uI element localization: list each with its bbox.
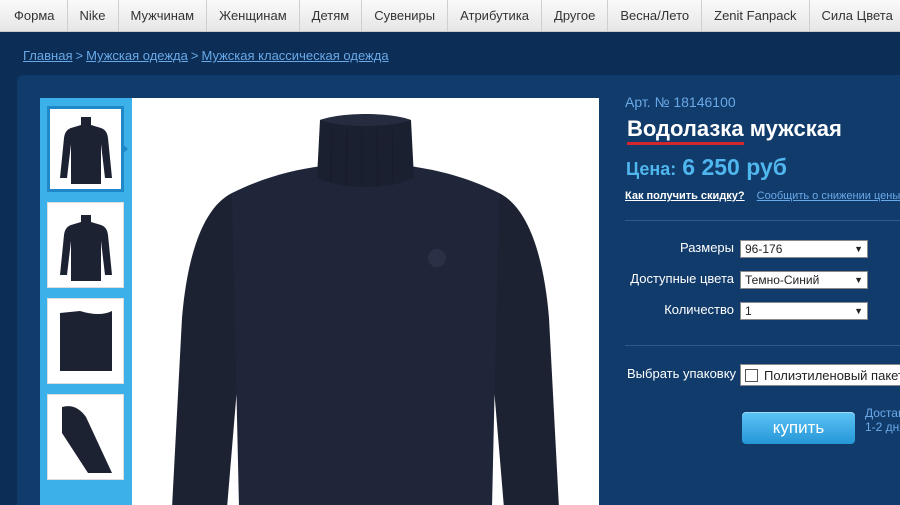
turtleneck-sweater-image [172, 114, 559, 505]
delivery-info: Доставка 1-2 дня [865, 406, 900, 434]
sweater-back-thumb-image [59, 215, 112, 281]
report-price-drop-link[interactable]: Сообщить о снижении цены [757, 190, 900, 202]
main-product-image[interactable] [132, 98, 599, 505]
product-title-main: Водолазка [627, 116, 744, 145]
breadcrumb-mens-classic-link[interactable]: Мужская классическая одежда [201, 48, 388, 63]
nav-item-nike[interactable]: Nike [68, 0, 119, 31]
chevron-down-icon: ▼ [854, 244, 863, 254]
nav-item-kids[interactable]: Детям [300, 0, 363, 31]
sweater-detail-thumb-image [59, 311, 112, 371]
arrow-right-icon [122, 144, 128, 154]
nav-item-men[interactable]: Мужчинам [119, 0, 208, 31]
article-number: Арт. № 18146100 [625, 94, 736, 110]
nav-item-zenit-fanpack[interactable]: Zenit Fanpack [702, 0, 810, 31]
thumbnail-back[interactable] [47, 202, 124, 288]
nav-item-women[interactable]: Женщинам [207, 0, 300, 31]
price-row: Цена: 6 250 руб [626, 154, 787, 181]
buy-button[interactable]: купить [742, 412, 855, 444]
price-label: Цена: [626, 159, 677, 179]
sizes-select-value: 96-176 [745, 242, 783, 256]
quantity-select-value: 1 [745, 304, 752, 318]
how-to-get-discount-link[interactable]: Как получить скидку? [625, 190, 745, 202]
nav-item-souvenirs[interactable]: Сувениры [362, 0, 449, 31]
thumbnail-front[interactable] [47, 106, 124, 192]
sweater-front-thumb-image [59, 117, 112, 184]
colors-select-value: Темно-Синий [745, 273, 820, 287]
sizes-label: Размеры [679, 240, 734, 255]
nav-item-other[interactable]: Другое [542, 0, 609, 31]
colors-select[interactable]: Темно-Синий ▼ [740, 271, 868, 289]
quantity-label: Количество [664, 302, 734, 317]
sizes-select[interactable]: 96-176 ▼ [740, 240, 868, 258]
packaging-option[interactable]: Полиэтиленовый пакет [740, 364, 900, 386]
breadcrumb-separator: > [190, 48, 199, 63]
discount-links: Как получить скидку? Сообщить о снижении … [625, 190, 900, 202]
breadcrumb: Главная > Мужская одежда > Мужская классичес… [23, 48, 389, 63]
checkbox-icon[interactable] [745, 368, 758, 382]
chevron-down-icon: ▼ [854, 306, 863, 316]
delivery-line1: Доставка [865, 406, 900, 420]
sweater-sleeve-thumb-image [61, 406, 112, 473]
divider [625, 220, 900, 221]
packaging-label: Выбрать упаковку [627, 366, 737, 381]
nav-item-sila-cveta[interactable]: Сила Цвета [810, 0, 900, 31]
quantity-select[interactable]: 1 ▼ [740, 302, 868, 320]
divider [625, 345, 900, 346]
product-title: Водолазка мужская [627, 116, 842, 145]
breadcrumb-home-link[interactable]: Главная [23, 48, 72, 63]
packaging-option-label: Полиэтиленовый пакет [764, 367, 900, 383]
breadcrumb-mens-clothing-link[interactable]: Мужская одежда [86, 48, 188, 63]
nav-item-spring-summer[interactable]: Весна/Лето [608, 0, 703, 31]
product-title-rest: мужская [749, 116, 842, 141]
thumbnail-strip [40, 98, 132, 505]
nav-item-forma[interactable]: Форма [0, 0, 68, 31]
thumbnail-detail-emblem[interactable] [47, 298, 124, 384]
thumbnail-detail-sleeve[interactable] [47, 394, 124, 480]
delivery-line2: 1-2 дня [865, 420, 900, 434]
top-navigation: Форма Nike Мужчинам Женщинам Детям Сувен… [0, 0, 900, 32]
colors-label: Доступные цвета [630, 271, 734, 286]
nav-item-attributes[interactable]: Атрибутика [448, 0, 543, 31]
price-value: 6 250 руб [682, 154, 787, 180]
chevron-down-icon: ▼ [854, 275, 863, 285]
breadcrumb-separator: > [75, 48, 84, 63]
